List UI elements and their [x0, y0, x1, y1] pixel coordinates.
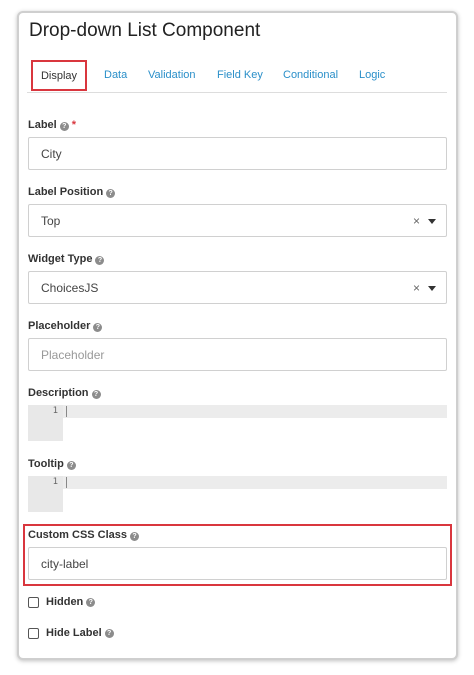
- required-asterisk: *: [71, 119, 77, 131]
- tab-bar: Display Data Validation Field Key Condit…: [27, 57, 447, 93]
- hidden-checkbox[interactable]: [28, 596, 39, 608]
- label-input[interactable]: City: [28, 137, 447, 170]
- component-settings-panel: Drop-down List Component Display Data Va…: [17, 11, 458, 660]
- placeholder-input[interactable]: Placeholder: [28, 338, 447, 371]
- hide-label-label: Hide Label: [46, 627, 102, 639]
- help-icon[interactable]: ?: [104, 628, 114, 638]
- custom-css-value: city-label: [41, 556, 89, 571]
- help-icon[interactable]: ?: [106, 189, 116, 198]
- placeholder-label: Placeholder?: [28, 320, 103, 332]
- description-editor[interactable]: 1: [28, 405, 447, 441]
- hide-label-checkbox[interactable]: [28, 627, 39, 639]
- clear-icon[interactable]: ×: [413, 281, 420, 295]
- label-input-value: City: [41, 146, 62, 161]
- clear-icon[interactable]: ×: [413, 214, 420, 228]
- text-cursor: [66, 406, 67, 417]
- help-icon[interactable]: ?: [66, 461, 76, 470]
- tab-logic[interactable]: Logic: [359, 69, 385, 81]
- label-position-label: Label Position?: [28, 186, 116, 198]
- editor-line[interactable]: [63, 405, 447, 418]
- help-icon[interactable]: ?: [95, 256, 105, 265]
- custom-css-label: Custom CSS Class?: [28, 529, 140, 541]
- label-position-select[interactable]: Top ×: [28, 204, 447, 237]
- hide-label-checkbox-row[interactable]: Hide Label?: [28, 627, 114, 639]
- tab-field-key[interactable]: Field Key: [217, 69, 263, 81]
- panel-title: Drop-down List Component: [29, 20, 261, 41]
- hidden-label: Hidden: [46, 596, 84, 608]
- help-icon[interactable]: ?: [93, 323, 103, 332]
- custom-css-text: Custom CSS Class: [28, 529, 128, 541]
- widget-type-value: ChoicesJS: [41, 280, 99, 295]
- help-icon[interactable]: ?: [59, 122, 69, 131]
- tooltip-label: Tooltip?: [28, 458, 76, 470]
- tab-validation[interactable]: Validation: [148, 69, 196, 81]
- label-position-value: Top: [41, 213, 61, 228]
- help-icon[interactable]: ?: [130, 532, 140, 541]
- text-cursor: [66, 477, 67, 488]
- line-number: 1: [52, 406, 58, 416]
- widget-type-text: Widget Type: [28, 253, 93, 265]
- widget-type-select[interactable]: ChoicesJS ×: [28, 271, 447, 304]
- line-number: 1: [52, 477, 58, 487]
- description-text: Description: [28, 387, 89, 399]
- editor-line[interactable]: [63, 476, 447, 489]
- hidden-checkbox-row[interactable]: Hidden?: [28, 596, 96, 608]
- widget-type-label: Widget Type?: [28, 253, 105, 265]
- custom-css-input[interactable]: city-label: [28, 547, 447, 580]
- label-field-text: Label: [28, 119, 57, 131]
- tooltip-editor[interactable]: 1: [28, 476, 447, 512]
- tab-data[interactable]: Data: [104, 69, 127, 81]
- tooltip-text: Tooltip: [28, 458, 64, 470]
- help-icon[interactable]: ?: [86, 597, 96, 607]
- tab-display[interactable]: Display: [31, 60, 87, 91]
- placeholder-input-hint: Placeholder: [41, 347, 105, 362]
- label-position-text: Label Position: [28, 186, 104, 198]
- placeholder-text: Placeholder: [28, 320, 91, 332]
- help-icon[interactable]: ?: [91, 390, 101, 399]
- label-field-label: Label? *: [28, 119, 76, 131]
- description-label: Description?: [28, 387, 101, 399]
- tab-conditional[interactable]: Conditional: [283, 69, 338, 81]
- caret-down-icon[interactable]: [428, 219, 436, 224]
- caret-down-icon[interactable]: [428, 286, 436, 291]
